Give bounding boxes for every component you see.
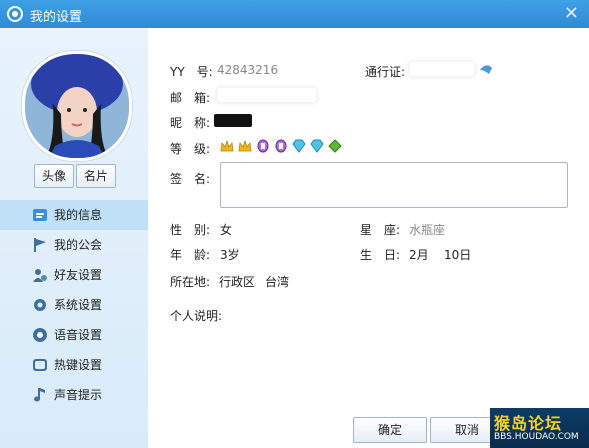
settings-menu: 我的信息 我的公会 好友设置 系统设置 语音设置 热键设置 声音提示 (0, 200, 148, 410)
sidebar-item-voice-settings[interactable]: 语音设置 (0, 320, 148, 350)
card-button[interactable]: 名片 (76, 164, 116, 188)
gender-label: 性 别: (170, 223, 211, 237)
sidebar-item-sound-alerts[interactable]: 声音提示 (0, 380, 148, 410)
diamond-blue-icon (310, 139, 324, 153)
crown-icon (238, 139, 252, 152)
sidebar-item-friend-settings[interactable]: 好友设置 (0, 260, 148, 290)
sidebar-item-label: 我的信息 (54, 208, 103, 222)
title-bar[interactable]: 我的设置 × (0, 0, 589, 28)
sidebar-item-label: 声音提示 (54, 388, 103, 402)
gem-purple-icon (257, 139, 269, 153)
level-label: 等 级: (170, 142, 211, 156)
yy-number-value: 42843216 (217, 63, 279, 77)
sidebar-item-my-info[interactable]: 我的信息 (0, 200, 148, 230)
bio-label: 个人说明: (170, 309, 223, 323)
sidebar-item-system-settings[interactable]: 系统设置 (0, 290, 148, 320)
birthday-day: 10日 (444, 248, 472, 262)
passport-link-icon[interactable] (478, 62, 494, 76)
age-value: 3岁 (220, 248, 240, 262)
clover-green-icon (328, 139, 342, 153)
sidebar-item-hotkey-settings[interactable]: 热键设置 (0, 350, 148, 380)
gear-icon (34, 299, 46, 311)
keyboard-icon (33, 359, 47, 371)
yy-number-label: YY 号: (170, 65, 213, 79)
signature-input[interactable] (220, 162, 568, 208)
music-note-icon (34, 388, 45, 402)
ok-button[interactable]: 确定 (353, 417, 427, 443)
forum-watermark: 猴岛论坛 BBS.HOUDAO.COM (490, 408, 589, 448)
avatar[interactable] (22, 51, 132, 161)
watermark-title: 猴岛论坛 (494, 414, 563, 433)
sidebar-item-label: 语音设置 (54, 328, 103, 342)
sidebar: 头像 名片 我的信息 我的公会 好友设置 系统设置 语音设置 热键设置 声音提示 (0, 28, 149, 448)
location-city: 台湾 (265, 275, 290, 289)
sidebar-item-label: 热键设置 (54, 358, 103, 372)
constellation-label: 星 座: (360, 223, 401, 237)
location-label: 所在地: (170, 275, 211, 289)
gender-value: 女 (220, 223, 233, 237)
diamond-blue-icon (292, 139, 306, 153)
crown-icon (220, 139, 234, 152)
avatar-button[interactable]: 头像 (34, 164, 74, 188)
passport-value-redacted (410, 62, 474, 76)
location-region: 行政区 (219, 275, 256, 289)
constellation-value: 水瓶座 (409, 223, 446, 237)
nickname-label: 昵 称: (170, 116, 211, 130)
sidebar-item-my-guild[interactable]: 我的公会 (0, 230, 148, 260)
sidebar-item-label: 系统设置 (54, 298, 103, 312)
flag-icon (34, 238, 46, 252)
sidebar-item-label: 好友设置 (54, 268, 103, 282)
friends-icon (33, 269, 47, 282)
birthday-month: 2月 (409, 248, 429, 262)
signature-label: 签 名: (170, 172, 211, 186)
nickname-value-redacted (214, 114, 252, 127)
email-label: 邮 箱: (170, 91, 211, 105)
info-card-icon (33, 209, 47, 221)
close-icon[interactable]: × (564, 3, 579, 23)
age-label: 年 龄: (170, 248, 211, 262)
sidebar-item-label: 我的公会 (54, 238, 103, 252)
profile-panel: YY 号: 42843216 通行证: 邮 箱: 昵 称: 等 级: 签 名: … (148, 28, 589, 448)
watermark-url: BBS.HOUDAO.COM (494, 432, 579, 442)
settings-app-icon (7, 6, 23, 22)
birthday-label: 生 日: (360, 248, 401, 262)
window-title: 我的设置 (30, 10, 83, 25)
email-value-redacted (218, 88, 316, 102)
gem-purple-icon (275, 139, 287, 153)
passport-label: 通行证: (365, 65, 406, 79)
speaker-icon (33, 328, 47, 342)
